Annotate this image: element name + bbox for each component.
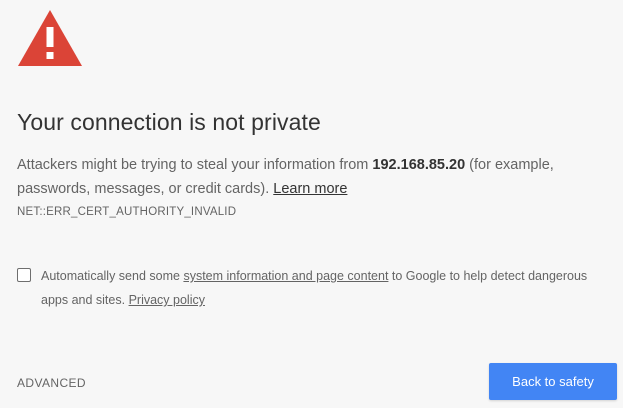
back-to-safety-button[interactable]: Back to safety bbox=[489, 363, 617, 400]
learn-more-link[interactable]: Learn more bbox=[273, 181, 347, 197]
optin-prefix: Automatically send some bbox=[41, 269, 184, 283]
privacy-policy-link[interactable]: Privacy policy bbox=[129, 293, 205, 307]
message-prefix: Attackers might be trying to steal your … bbox=[17, 157, 373, 173]
optin-checkbox[interactable] bbox=[17, 268, 31, 282]
main-message: Attackers might be trying to steal your … bbox=[17, 153, 607, 201]
warning-triangle-icon bbox=[18, 10, 82, 66]
advanced-button[interactable]: ADVANCED bbox=[17, 376, 86, 390]
host-name: 192.168.85.20 bbox=[372, 157, 466, 173]
page-title: Your connection is not private bbox=[17, 109, 321, 135]
optin-text: Automatically send some system informati… bbox=[41, 264, 601, 312]
error-code: NET::ERR_CERT_AUTHORITY_INVALID bbox=[17, 206, 237, 218]
system-info-link[interactable]: system information and page content bbox=[183, 269, 388, 283]
